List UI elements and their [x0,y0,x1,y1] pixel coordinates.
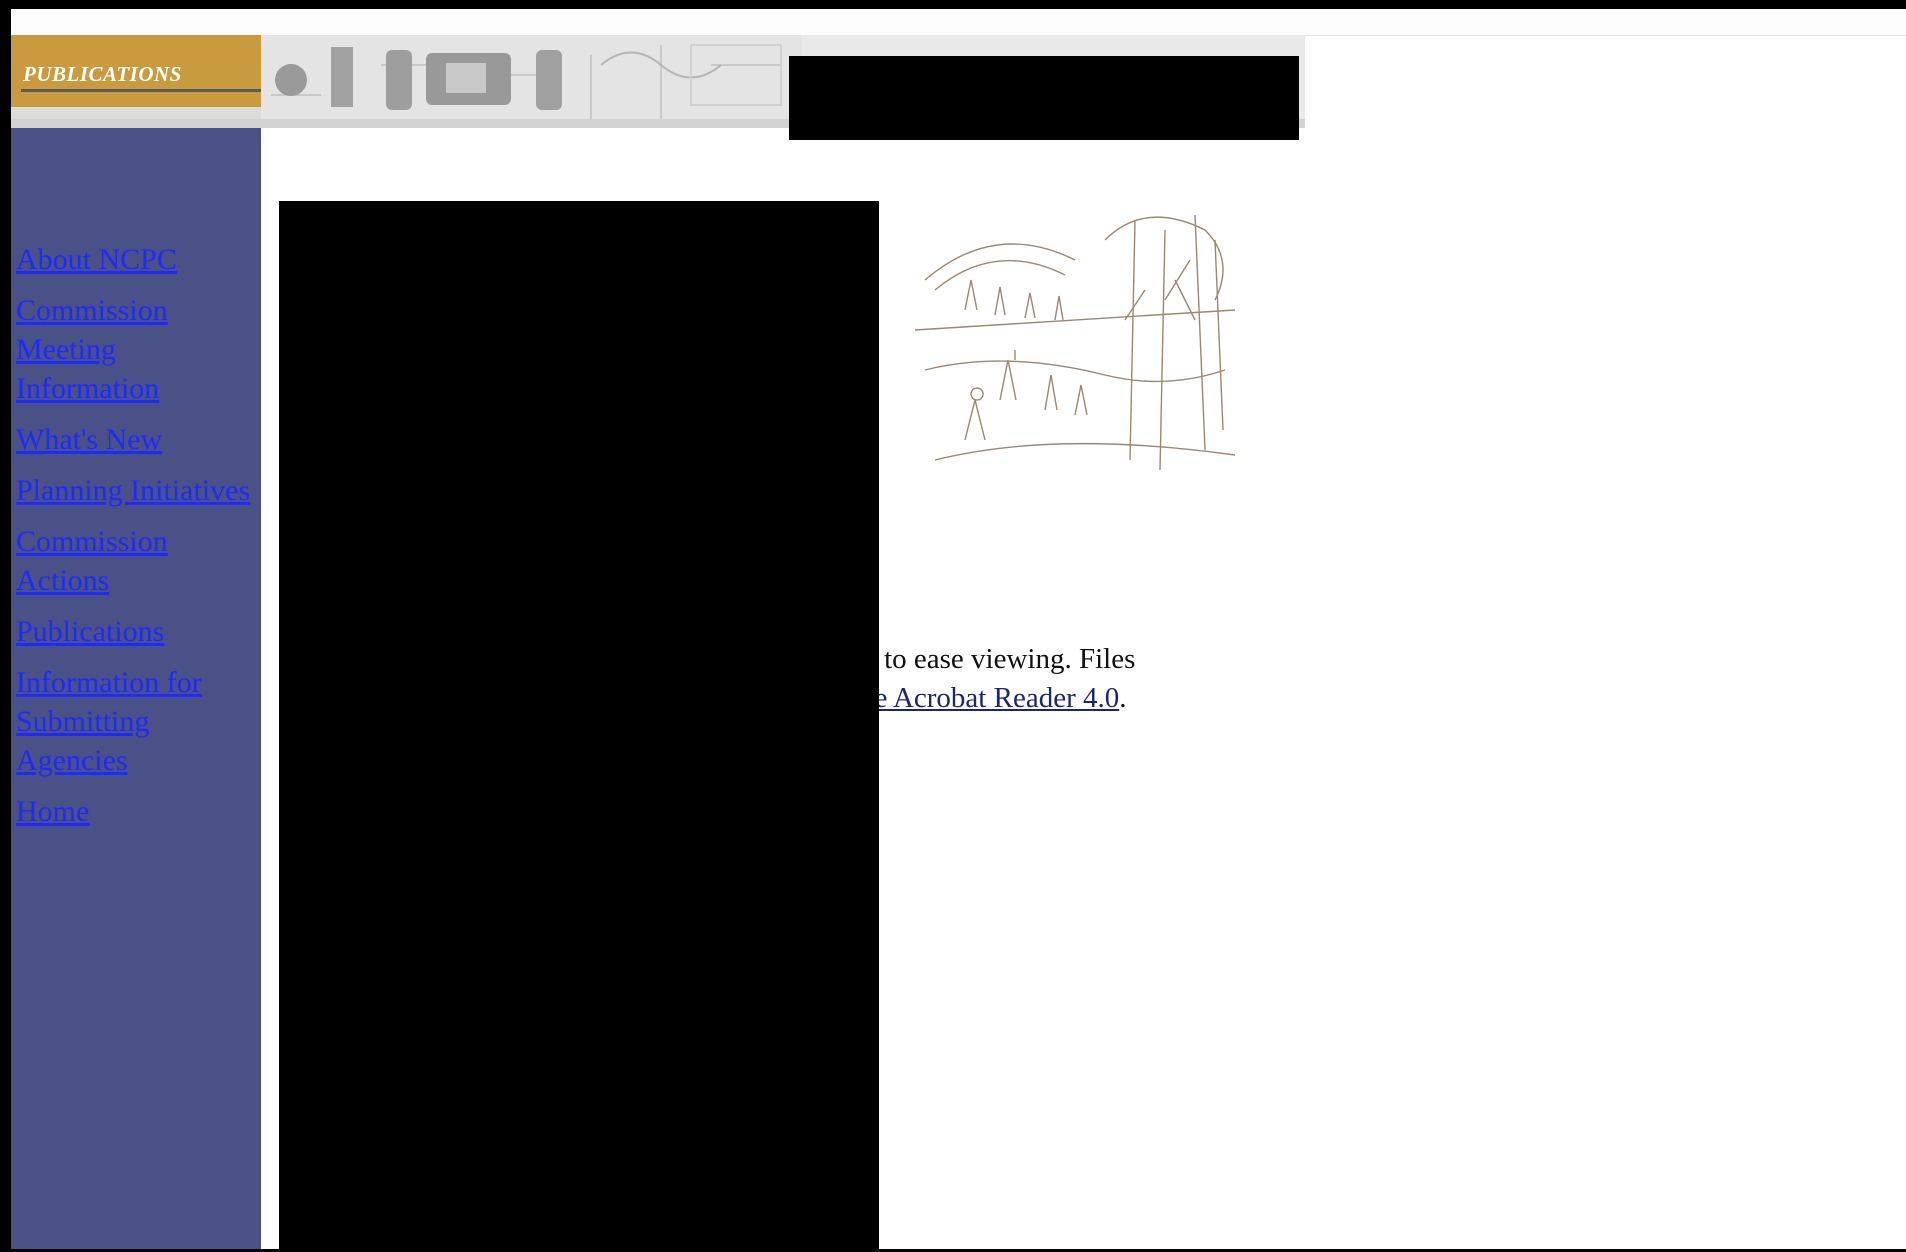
publications-intro-text: r files to ease viewing. Files Adobe Acr… [810,640,1410,718]
sidebar-item-publications[interactable]: Publications [16,612,256,651]
top-strip [11,9,1906,36]
intro-line-2-tail: . [1119,682,1127,714]
intro-line-1: r files to ease viewing. Files [810,643,1136,675]
sidebar-item-whats-new[interactable]: What's New [16,420,256,459]
sidebar-item-home[interactable]: Home [16,792,256,831]
sidebar-item-planning-initiatives[interactable]: Planning Initiatives [16,471,256,510]
redacted-header-block [789,56,1299,140]
sidebar: About NCPC Commission Meeting Informatio… [11,128,261,1252]
sidebar-item-about-ncpc[interactable]: About NCPC [16,240,256,279]
sidebar-item-commission-actions[interactable]: Commission Actions [16,522,256,600]
sidebar-nav: About NCPC Commission Meeting Informatio… [16,240,256,843]
park-sketch-illustration-icon [914,214,1236,471]
section-title: PUBLICATIONS [23,62,182,86]
sidebar-item-commission-meeting-information[interactable]: Commission Meeting Information [16,291,256,408]
sidebar-item-information-for-submitting-agencies[interactable]: Information for Submitting Agencies [16,663,256,780]
banner-stripe [11,107,261,119]
intro-line-2: Adobe Acrobat Reader 4.0. [810,679,1410,718]
section-title-block: PUBLICATIONS [11,35,261,107]
redacted-content-block [279,201,879,1252]
architecture-illustration-icon [261,35,801,119]
